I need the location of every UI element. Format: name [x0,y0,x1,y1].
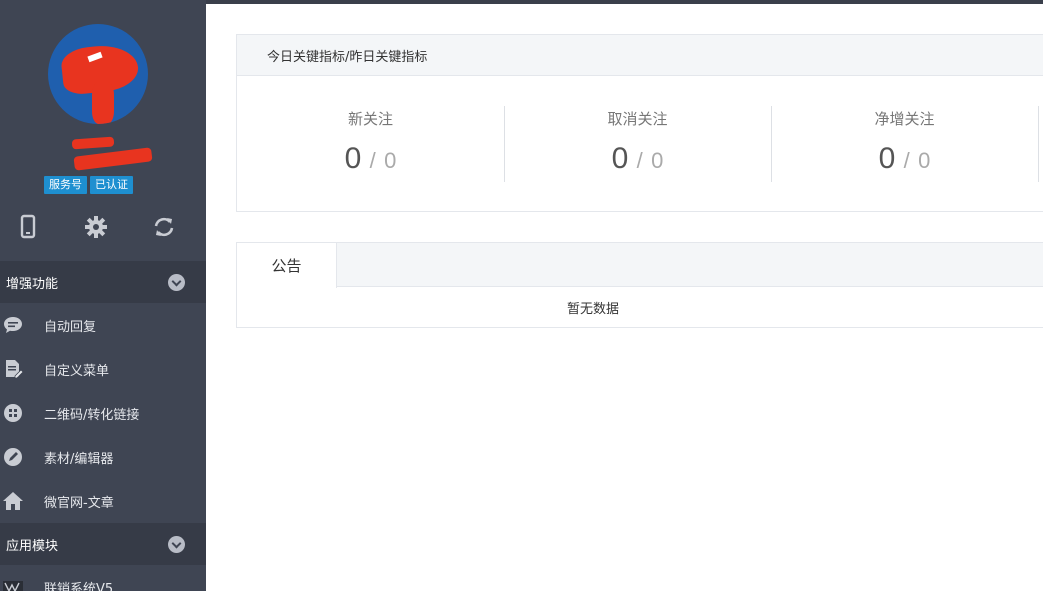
metric-today: 0 [878,142,896,175]
enhanced-features-menu: 自动回复 自定义菜单 二维码/转化链接 素材/编辑器 微官网-文章 [0,303,206,523]
app-modules-menu: 联销系统V5 [0,565,206,591]
metric-separator: / [903,148,910,173]
app-logo-icon [3,577,23,591]
sidebar: 服务号 已认证 增强功能 自动回复 自定义菜单 二维码/转化链接 素材/编辑器 … [0,0,206,591]
metric-today: 0 [611,142,629,175]
qrcode-icon [3,403,23,423]
menu-item-label: 自动回复 [44,319,97,335]
metric-value: 0 / 0 [504,142,771,176]
phone-icon[interactable] [15,214,41,240]
document-edit-icon [3,359,23,379]
metric-yesterday: 0 [918,148,931,173]
section-enhanced-features[interactable]: 增强功能 [0,261,206,303]
account-badges: 服务号 已认证 [44,176,133,194]
menu-item-label: 二维码/转化链接 [44,407,140,423]
metric-yesterday: 0 [384,148,397,173]
announcement-tabs: 公告 [237,243,1043,288]
menu-item-microsite-articles[interactable]: 微官网-文章 [0,479,206,523]
metric-yesterday: 0 [651,148,664,173]
redaction-mark [73,147,153,171]
metric-value: 0 / 0 [771,142,1038,176]
menu-item-lianxiao-system[interactable]: 联销系统V5 [0,565,206,591]
metric-unfollows: 取消关注 0 / 0 [504,76,771,212]
announcement-panel: 公告 暂无数据 [236,242,1043,328]
quick-actions [0,214,206,242]
account-avatar[interactable] [48,24,148,124]
refresh-icon[interactable] [151,214,177,240]
key-metrics-panel: 今日关键指标/昨日关键指标 新关注 0 / 0 取消关注 0 / 0 净增关注 … [236,34,1043,212]
home-icon [3,491,23,511]
account-profile: 服务号 已认证 [0,0,206,205]
redaction-mark [71,136,115,150]
metric-value: 0 / 0 [237,142,504,176]
menu-item-materials-editor[interactable]: 素材/编辑器 [0,435,206,479]
metrics-row: 新关注 0 / 0 取消关注 0 / 0 净增关注 0 / 0 [237,76,1043,212]
metric-label: 新关注 [347,110,393,128]
metric-today: 0 [344,142,362,175]
gear-icon[interactable] [83,214,109,240]
section-app-modules[interactable]: 应用模块 [0,523,206,565]
menu-item-label: 联销系统V5 [44,581,114,591]
divider [1038,106,1039,182]
tab-announcement[interactable]: 公告 [237,243,337,288]
menu-item-label: 微官网-文章 [44,495,114,511]
panel-title: 今日关键指标/昨日关键指标 [237,35,1043,76]
metric-label: 净增关注 [874,110,935,128]
menu-item-label: 自定义菜单 [44,363,110,379]
service-account-badge: 服务号 [44,176,87,194]
menu-item-auto-reply[interactable]: 自动回复 [0,303,206,347]
empty-state-text: 暂无数据 [566,301,619,317]
metric-label: 取消关注 [607,110,668,128]
menu-item-custom-menu[interactable]: 自定义菜单 [0,347,206,391]
pencil-icon [3,447,23,467]
chevron-down-icon[interactable] [168,535,185,553]
section-title: 增强功能 [6,276,59,292]
chevron-down-icon[interactable] [168,273,185,291]
menu-item-label: 素材/编辑器 [44,451,114,467]
metric-separator: / [636,148,643,173]
section-title: 应用模块 [6,538,59,554]
metric-new-follows: 新关注 0 / 0 [237,76,504,212]
metric-separator: / [369,148,376,173]
chat-bubble-icon [3,315,23,335]
top-bar [206,0,1043,4]
menu-item-qrcode-links[interactable]: 二维码/转化链接 [0,391,206,435]
verified-badge: 已认证 [90,176,133,194]
metric-net-follows: 净增关注 0 / 0 [771,76,1038,212]
